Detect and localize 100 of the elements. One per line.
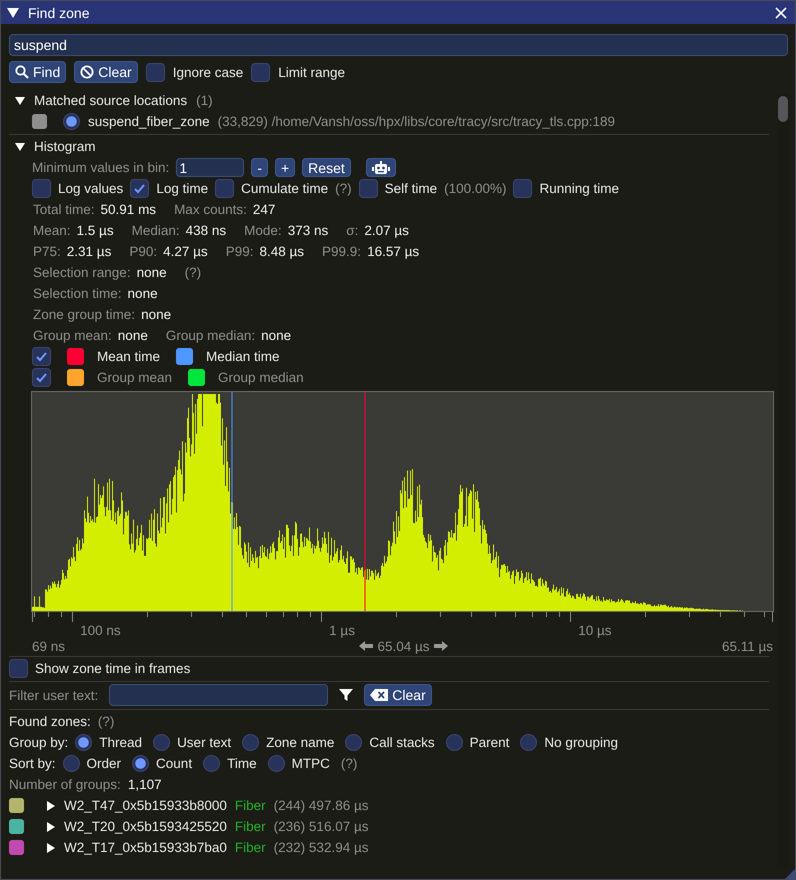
- step-button[interactable]: +: [274, 158, 296, 177]
- range-label: 65.04 µs: [377, 638, 430, 654]
- legend-label: Median time: [206, 349, 280, 364]
- step-button[interactable]: -: [251, 158, 268, 177]
- stat-value: none: [128, 286, 158, 301]
- clear-button[interactable]: Clear: [364, 684, 432, 706]
- stat-label: Group median:: [166, 328, 256, 343]
- search-icon: [15, 65, 29, 79]
- checkbox[interactable]: [513, 179, 532, 198]
- stat-value: none: [118, 328, 148, 343]
- count-text: (1): [196, 93, 213, 108]
- checkbox[interactable]: [146, 62, 165, 82]
- radio-label: Time: [227, 756, 257, 771]
- filter-icon: [339, 688, 354, 702]
- checkbox[interactable]: [32, 179, 51, 198]
- stat-label: Median:: [132, 223, 180, 238]
- window-title: Find zone: [28, 4, 90, 20]
- checkbox[interactable]: [32, 114, 47, 129]
- check-icon: [35, 371, 48, 384]
- checkbox-label: Cumulate time: [241, 181, 328, 196]
- right-arrow-icon: [432, 640, 449, 652]
- stat-value: 373 ns: [288, 223, 328, 238]
- radio-button[interactable]: [63, 113, 80, 130]
- radio-button[interactable]: [520, 734, 538, 751]
- search-field[interactable]: suspend: [9, 34, 788, 56]
- stat-value: none: [261, 328, 292, 343]
- section-label: Found zones:: [9, 714, 91, 729]
- checkbox-label: Running time: [539, 181, 620, 196]
- checkbox-label: Show zone time in frames: [35, 661, 190, 676]
- backspace-icon: [370, 689, 388, 701]
- radio-button[interactable]: [268, 755, 285, 772]
- check-icon: [133, 182, 146, 195]
- stat-value: 4.27 µs: [163, 244, 208, 259]
- fiber-label: Fiber: [234, 798, 266, 813]
- checkbox-label: Log values: [58, 181, 124, 196]
- radio-button[interactable]: [446, 734, 463, 751]
- stat-label: Number of groups:: [9, 777, 121, 792]
- section-header[interactable]: Histogram: [34, 139, 96, 154]
- collapse-arrow-icon: [7, 6, 19, 18]
- thread-name[interactable]: W2_T47_0x5b15933b8000: [64, 798, 227, 813]
- stat-value: 2.07 µs: [364, 223, 409, 238]
- radio-button[interactable]: [153, 734, 170, 751]
- radio-button[interactable]: [62, 755, 80, 772]
- section-header[interactable]: Matched source locations: [34, 93, 188, 108]
- radio-button[interactable]: [75, 734, 92, 751]
- thread-name[interactable]: W2_T17_0x5b15933b7ba0: [64, 840, 227, 855]
- radio-label: Zone name: [266, 735, 334, 750]
- find-button[interactable]: Find: [9, 61, 66, 83]
- stat-value: 438 ns: [186, 223, 226, 238]
- hint-text: (?): [98, 714, 114, 729]
- left-arrow-icon: [358, 640, 374, 652]
- stat-value: 2.31 µs: [66, 244, 112, 259]
- stat-value: 1.5 µs: [76, 223, 114, 238]
- thread-name[interactable]: W2_T20_0x5b1593425520: [64, 819, 227, 834]
- scrollbar-thumb[interactable]: [778, 96, 788, 122]
- checkbox[interactable]: [215, 179, 234, 198]
- stat-label: Selection time:: [33, 286, 122, 301]
- count-text: (232) 532.94 µs: [274, 840, 368, 855]
- axis-label: 65.11 µs: [722, 638, 773, 654]
- checkbox-label: Ignore case: [172, 64, 244, 80]
- robot-button[interactable]: [366, 158, 396, 177]
- axis-label: 100 ns: [80, 623, 121, 638]
- radio-label: Thread: [99, 735, 142, 750]
- resize-grip-icon: [785, 869, 795, 879]
- stat-label: P75:: [33, 244, 61, 259]
- clear-button[interactable]: Clear: [74, 61, 138, 83]
- radio-label: Parent: [470, 735, 510, 750]
- checkbox[interactable]: [130, 179, 150, 198]
- stat-label: P90:: [129, 244, 158, 259]
- radio-button[interactable]: [345, 734, 362, 751]
- radio-label: Count: [156, 756, 192, 771]
- radio-label: MTPC: [292, 756, 330, 771]
- stat-label: σ:: [346, 223, 358, 238]
- close-icon: [775, 6, 787, 18]
- radio-button[interactable]: [132, 755, 150, 772]
- checkbox-label: Self time: [384, 181, 438, 196]
- checkbox[interactable]: [9, 659, 28, 678]
- zone-name[interactable]: suspend_fiber_zone: [88, 114, 210, 129]
- stat-value: 8.48 µs: [259, 244, 304, 259]
- legend-label: Group median: [218, 370, 304, 385]
- axis-label: 1 µs: [329, 623, 355, 638]
- filter-field[interactable]: [109, 684, 328, 706]
- checkbox[interactable]: [358, 179, 378, 198]
- hint-text: (?): [335, 181, 352, 196]
- field-label: Group by:: [9, 735, 68, 750]
- step-button[interactable]: Reset: [302, 158, 351, 177]
- checkbox[interactable]: [32, 368, 51, 387]
- radio-button[interactable]: [242, 734, 260, 751]
- radio-button[interactable]: [203, 755, 220, 772]
- radio-label: Call stacks: [369, 735, 435, 750]
- robot-icon: [372, 160, 390, 174]
- min-bin-field[interactable]: 1: [176, 158, 244, 177]
- checkbox[interactable]: [251, 62, 270, 82]
- checkbox-label: Limit range: [278, 64, 346, 80]
- stat-value: 50.91 ms: [100, 202, 156, 217]
- checkbox[interactable]: [32, 347, 51, 366]
- fiber-label: Fiber: [234, 840, 266, 855]
- field-label: Filter user text:: [9, 688, 98, 702]
- legend-label: Mean time: [97, 349, 160, 364]
- field-label: Sort by:: [9, 756, 56, 771]
